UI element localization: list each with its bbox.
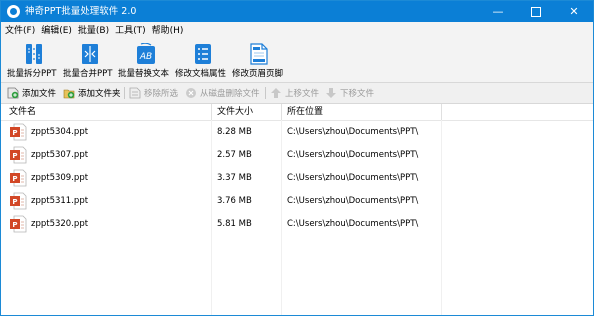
delete-from-disk-button[interactable]: 从磁盘删除文件 — [185, 86, 260, 100]
maximize-icon — [531, 6, 541, 17]
file-location: C:\Users\zhou\Documents\PPT\ — [287, 196, 419, 206]
menu-file[interactable]: 文件(F) — [5, 25, 35, 37]
svg-text:P: P — [12, 129, 17, 137]
header-footer-button[interactable]: 修改页眉页脚 — [232, 42, 288, 80]
delete-from-disk-label: 从磁盘删除文件 — [200, 89, 260, 99]
menu-help[interactable]: 帮助(H) — [152, 25, 184, 37]
split-ppt-button[interactable]: 批量拆分PPT — [7, 42, 61, 80]
document-properties-button[interactable]: 修改文档属性 — [175, 42, 231, 80]
add-file-label: 添加文件 — [22, 89, 57, 99]
column-divider[interactable] — [441, 104, 442, 120]
replace-text-label: 批量替换文本 — [118, 69, 170, 79]
file-size: 5.81 MB — [217, 219, 252, 229]
ppt-file-icon: P — [10, 215, 27, 233]
add-file-icon — [7, 87, 19, 99]
app-window: 神奇PPT批量处理软件 2.0 — ✕ 文件(F) 编辑(E) 批量(B) 工具… — [0, 0, 594, 316]
title-bar[interactable]: 神奇PPT批量处理软件 2.0 — ✕ — [1, 1, 593, 22]
merge-ppt-label: 批量合并PPT — [63, 69, 113, 79]
header-footer-label: 修改页眉页脚 — [232, 69, 284, 79]
file-size: 3.76 MB — [217, 196, 252, 206]
table-header: 文件名 文件大小 所在位置 — [1, 104, 593, 121]
table-row[interactable]: P zppt5320.ppt 5.81 MB C:\Users\zhou\Doc… — [1, 213, 593, 236]
ppt-file-icon: P — [10, 192, 27, 210]
delete-from-disk-icon — [186, 88, 196, 98]
replace-text-icon: AB — [137, 43, 155, 64]
add-file-button[interactable]: 添加文件 — [7, 86, 56, 100]
ppt-file-icon: P — [10, 123, 27, 141]
add-folder-label: 添加文件夹 — [78, 89, 121, 99]
file-location: C:\Users\zhou\Documents\PPT\ — [287, 150, 419, 160]
move-up-button[interactable]: 上移文件 — [270, 86, 319, 100]
svg-text:P: P — [12, 175, 17, 183]
menu-tools[interactable]: 工具(T) — [115, 25, 146, 37]
main-toolbar: 批量拆分PPT 批量合并PPT AB 批量替换文本 修改文档属性 修改页眉页脚 — [1, 40, 593, 83]
file-name: zppt5309.ppt — [31, 173, 89, 183]
file-toolbar: 添加文件 添加文件夹 移除所选 从磁盘删除文件 上移文件 下移文件 — [1, 83, 593, 104]
table-row[interactable]: P zppt5311.ppt 3.76 MB C:\Users\zhou\Doc… — [1, 190, 593, 213]
move-up-label: 上移文件 — [285, 89, 320, 99]
column-header-size[interactable]: 文件大小 — [217, 106, 253, 118]
menu-bar: 文件(F) 编辑(E) 批量(B) 工具(T) 帮助(H) — [1, 22, 593, 40]
file-size: 2.57 MB — [217, 150, 252, 160]
header-footer-icon — [250, 43, 268, 65]
svg-text:P: P — [12, 152, 17, 160]
file-name: zppt5320.ppt — [31, 219, 89, 229]
svg-text:P: P — [12, 198, 17, 206]
maximize-button[interactable] — [517, 1, 555, 22]
column-header-location[interactable]: 所在位置 — [287, 106, 323, 118]
document-properties-icon — [195, 44, 211, 64]
merge-ppt-button[interactable]: 批量合并PPT — [63, 42, 117, 80]
toolbar-separator — [124, 87, 125, 99]
file-location: C:\Users\zhou\Documents\PPT\ — [287, 173, 419, 183]
svg-text:AB: AB — [139, 52, 152, 62]
ppt-file-icon: P — [10, 169, 27, 187]
remove-selected-button[interactable]: 移除所选 — [129, 86, 178, 100]
ppt-file-icon: P — [10, 146, 27, 164]
document-properties-label: 修改文档属性 — [175, 69, 227, 79]
close-button[interactable]: ✕ — [555, 1, 593, 22]
merge-ppt-icon — [82, 44, 98, 64]
toolbar-separator — [265, 87, 266, 99]
minimize-button[interactable]: — — [479, 1, 517, 22]
file-location: C:\Users\zhou\Documents\PPT\ — [287, 127, 419, 137]
file-size: 8.28 MB — [217, 127, 252, 137]
split-ppt-label: 批量拆分PPT — [7, 69, 57, 79]
remove-selected-icon — [129, 87, 141, 99]
split-ppt-icon — [26, 44, 42, 64]
move-down-label: 下移文件 — [340, 89, 375, 99]
column-header-filename[interactable]: 文件名 — [9, 106, 36, 118]
file-location: C:\Users\zhou\Documents\PPT\ — [287, 219, 419, 229]
table-row[interactable]: P zppt5307.ppt 2.57 MB C:\Users\zhou\Doc… — [1, 144, 593, 167]
column-divider[interactable] — [211, 104, 212, 120]
move-up-icon — [271, 88, 281, 98]
file-name: zppt5304.ppt — [31, 127, 89, 137]
file-size: 3.37 MB — [217, 173, 252, 183]
add-folder-button[interactable]: 添加文件夹 — [63, 86, 121, 100]
table-row[interactable]: P zppt5304.ppt 8.28 MB C:\Users\zhou\Doc… — [1, 121, 593, 144]
window-title: 神奇PPT批量处理软件 2.0 — [25, 6, 137, 17]
menu-edit[interactable]: 编辑(E) — [41, 25, 72, 37]
file-name: zppt5307.ppt — [31, 150, 89, 160]
svg-text:P: P — [12, 221, 17, 229]
add-folder-icon — [63, 89, 75, 99]
menu-batch[interactable]: 批量(B) — [78, 25, 109, 37]
move-down-icon — [326, 88, 336, 98]
app-logo-icon — [7, 5, 20, 18]
replace-text-button[interactable]: AB 批量替换文本 — [118, 42, 174, 80]
column-divider[interactable] — [281, 104, 282, 120]
remove-selected-label: 移除所选 — [144, 89, 179, 99]
table-row[interactable]: P zppt5309.ppt 3.37 MB C:\Users\zhou\Doc… — [1, 167, 593, 190]
move-down-button[interactable]: 下移文件 — [325, 86, 374, 100]
file-name: zppt5311.ppt — [31, 196, 89, 206]
file-list: 文件名 文件大小 所在位置 P zppt5304.ppt 8.28 MB C:\… — [1, 104, 593, 315]
